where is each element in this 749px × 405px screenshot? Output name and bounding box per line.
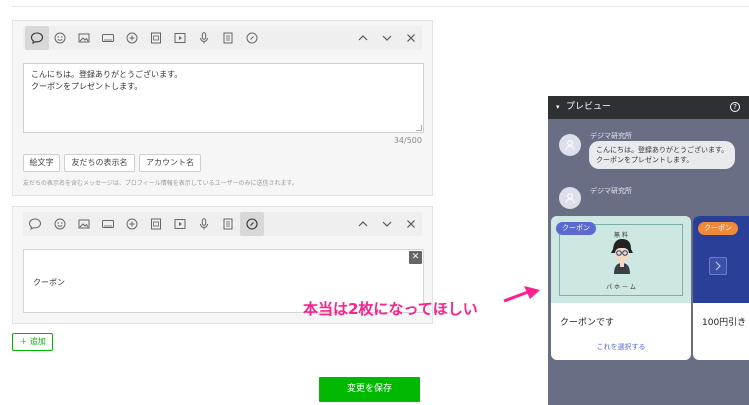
image-icon[interactable]: [74, 215, 94, 233]
person-icon: [565, 140, 575, 151]
sticker-icon[interactable]: [50, 29, 70, 47]
move-up-icon[interactable]: [353, 29, 373, 47]
move-down-icon[interactable]: [377, 215, 397, 233]
collapse-triangle-icon[interactable]: ▾: [556, 96, 560, 119]
resize-handle[interactable]: [416, 125, 422, 131]
avatar: [559, 187, 581, 209]
move-down-icon[interactable]: [377, 29, 397, 47]
text-message-icon[interactable]: [25, 26, 49, 50]
coupon-card[interactable]: クーポン 100円引き: [693, 216, 749, 360]
coupon-add-icon[interactable]: [122, 215, 142, 233]
video-icon[interactable]: [170, 29, 190, 47]
coupon-label: クーポン: [33, 278, 65, 287]
link-icon[interactable]: [242, 29, 262, 47]
preview-header[interactable]: ▾ プレビュー ?: [548, 96, 749, 119]
person-icon: [565, 193, 575, 204]
help-icon[interactable]: ?: [730, 102, 740, 112]
coupon-name: クーポンです: [560, 318, 615, 328]
sticker-icon[interactable]: [50, 215, 70, 233]
character-illustration-icon: [611, 239, 633, 274]
preview-title: プレビュー: [566, 102, 612, 112]
remove-coupon-button[interactable]: ✕: [409, 251, 422, 264]
editor-toolbar: [23, 212, 422, 236]
message-line: こんにちは。登録ありがとうございます。: [31, 70, 183, 79]
message-line: クーポンをプレゼントします。: [31, 82, 143, 91]
image-icon[interactable]: [74, 29, 94, 47]
rich-message-icon[interactable]: [146, 29, 166, 47]
text-message-icon[interactable]: [25, 215, 45, 233]
coupon-tag: クーポン: [556, 222, 596, 235]
bubble-line: クーポンをプレゼントします。: [596, 156, 694, 164]
char-counter: 34/500: [393, 136, 422, 145]
move-up-icon[interactable]: [353, 215, 373, 233]
coupon-image: 無 料 パ ホ ー ム クーポン: [551, 216, 691, 303]
annotation-text: 本当は2枚になってほしい: [303, 300, 478, 318]
friend-name-chip-button[interactable]: 友だちの表示名: [64, 154, 135, 172]
avatar: [559, 134, 581, 156]
editor-toolbar: [23, 26, 422, 50]
preview-panel: ▾ プレビュー ? デジマ研究所 こんにちは。登録ありがとうございます。 クーポ…: [548, 96, 749, 405]
voice-icon[interactable]: [194, 29, 214, 47]
account-name-chip-button[interactable]: アカウント名: [139, 154, 201, 172]
delete-block-icon[interactable]: [401, 29, 421, 47]
top-divider: [12, 6, 749, 7]
select-coupon-link[interactable]: これを選択する: [551, 342, 691, 352]
coupon-add-icon[interactable]: [122, 29, 142, 47]
voice-icon[interactable]: [194, 215, 214, 233]
emoji-chip-button[interactable]: 絵文字: [23, 154, 60, 172]
coupon-type-icon[interactable]: [240, 212, 264, 236]
chat-bubble: こんにちは。登録ありがとうございます。 クーポンをプレゼントします。: [589, 141, 736, 169]
rich-message-icon[interactable]: [146, 215, 166, 233]
survey-icon[interactable]: [218, 29, 238, 47]
coupon-image-caption: パ ホ ー ム: [606, 284, 636, 291]
message-editor-card: こんにちは。登録ありがとうございます。 クーポンをプレゼントします。 34/50…: [12, 20, 433, 196]
coupon-name: 100円引き: [702, 318, 747, 328]
friend-name-note: 友だちの表示名を含むメッセージは、プロフィール情報を表示しているユーザーのみに送…: [23, 180, 298, 187]
next-arrow-icon[interactable]: [709, 257, 727, 275]
delete-block-icon[interactable]: [401, 215, 421, 233]
video-icon[interactable]: [170, 215, 190, 233]
survey-icon[interactable]: [218, 215, 238, 233]
add-block-button[interactable]: ＋ 追加: [12, 333, 53, 351]
coupon-card[interactable]: 無 料 パ ホ ー ム クーポン クーポンです これを選択する: [551, 216, 691, 360]
coupon-tag: クーポン: [698, 222, 738, 235]
card-message-icon[interactable]: [98, 215, 118, 233]
page-root: こんにちは。登録ありがとうございます。 クーポンをプレゼントします。 34/50…: [0, 0, 749, 405]
sender-name: デジマ研究所: [590, 187, 632, 195]
annotation-arrow-icon: [503, 286, 540, 303]
message-textarea[interactable]: こんにちは。登録ありがとうございます。 クーポンをプレゼントします。: [23, 63, 424, 133]
bubble-line: こんにちは。登録ありがとうございます。: [596, 146, 729, 154]
sender-name: デジマ研究所: [590, 132, 632, 140]
save-changes-button[interactable]: 変更を保存: [319, 377, 420, 402]
coupon-image: クーポン: [693, 216, 749, 303]
card-message-icon[interactable]: [98, 29, 118, 47]
